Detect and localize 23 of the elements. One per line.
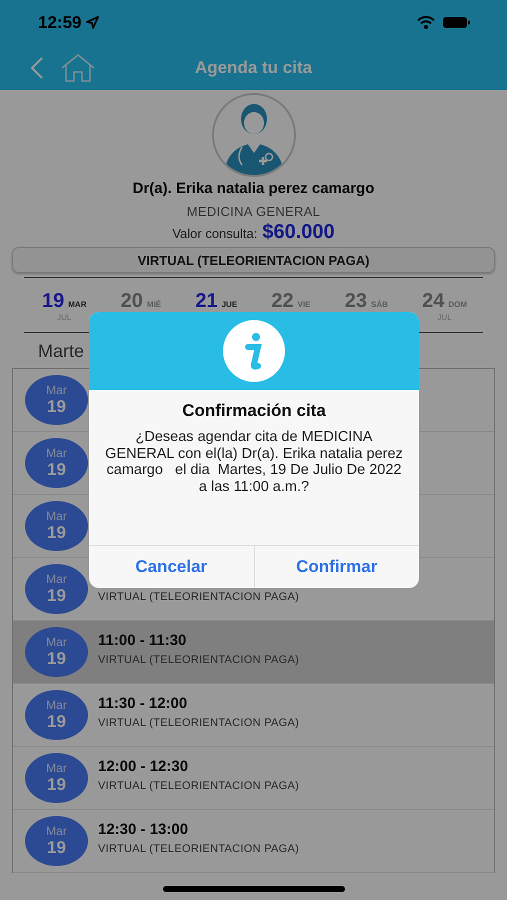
dialog-title: Confirmación cita	[181, 401, 327, 421]
date-badge: Mar 19	[25, 816, 88, 866]
weekday-label: JUE	[222, 300, 238, 309]
screen-title: Agenda tu cita	[194, 58, 312, 76]
price-label: Valor consulta:	[172, 226, 258, 241]
weekday-label: DOM	[448, 300, 467, 309]
date-badge: Mar 19	[25, 564, 88, 614]
specialty-label: MEDICINA GENERAL	[186, 204, 320, 219]
date-badge: Mar 19	[25, 753, 88, 803]
date-badge: Mar 19	[25, 375, 88, 425]
price-value: $60.000	[262, 221, 335, 244]
weekday-label: MIÉ	[146, 300, 162, 309]
weekday-label: VIE	[298, 300, 311, 309]
weekday-label: MAR	[68, 300, 86, 309]
date-badge: Mar 19	[25, 690, 88, 740]
date-badge: Mar 19	[25, 627, 88, 677]
dialog-message: ¿Deseas agendar cita de MEDICINA GENERAL con el(la) Dr(a). Erika natalia perez camargo el dia Martes, 19 De Julio De 2022 a las 11:00 a.m.?	[104, 429, 404, 496]
weekday-label: SÁB	[370, 300, 388, 309]
day-heading: Marte	[38, 341, 84, 361]
date-badge: Mar 19	[25, 501, 88, 551]
doctor-name: Dr(a). Erika natalia perez camargo	[132, 180, 374, 197]
status-time: 12:59	[38, 12, 82, 32]
date-badge: Mar 19	[25, 438, 88, 488]
